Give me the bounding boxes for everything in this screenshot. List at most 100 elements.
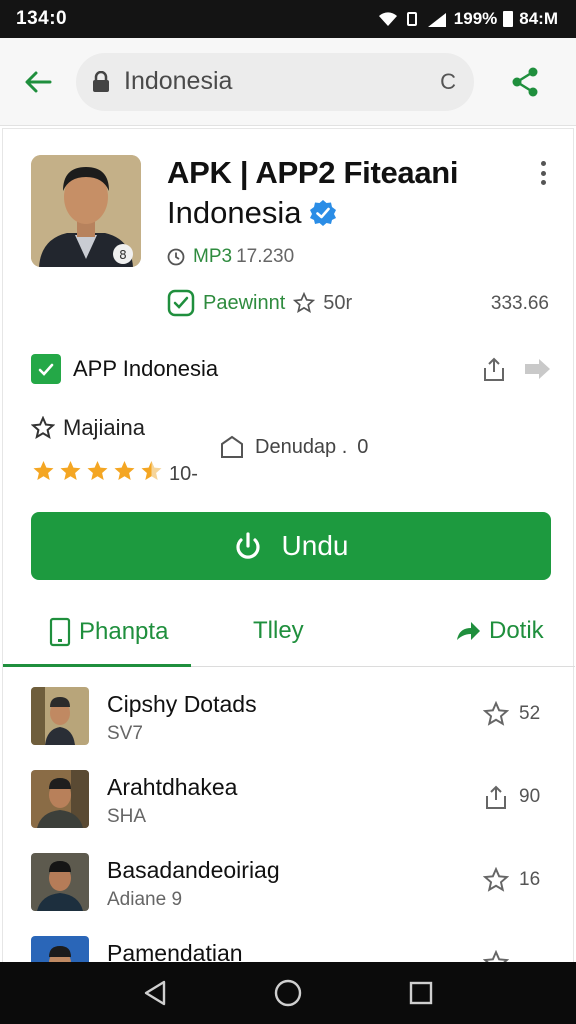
list-item-sub: SV7 <box>107 723 143 744</box>
download-box-icon <box>221 435 243 458</box>
signal-icon <box>427 13 446 27</box>
tab-gallery-label: Tlley <box>253 617 304 644</box>
more-dot <box>540 180 546 185</box>
star-filled-icon <box>33 461 54 480</box>
browser-toolbar: Indonesia C <box>0 38 576 126</box>
list-item-thumbnail <box>31 853 89 911</box>
more-dot <box>540 161 546 166</box>
back-button[interactable] <box>0 38 76 126</box>
list-item-thumbnail <box>31 687 89 745</box>
category-row: Majiaina <box>31 415 145 441</box>
star-icon <box>483 701 509 726</box>
forward-arrow-icon[interactable] <box>523 358 551 380</box>
developer-actions <box>481 356 551 382</box>
star-half-icon <box>141 461 162 480</box>
list-item[interactable]: Cipshy Dotads SV7 52 <box>3 679 575 761</box>
list-item-name: Basadandeoiriag <box>107 857 280 883</box>
price-rating-row: Paewinnt 50r <box>167 289 352 317</box>
list-item-name: Cipshy Dotads <box>107 691 257 717</box>
power-download-icon <box>235 532 260 559</box>
list-item-count: 52 <box>519 703 541 724</box>
chat-check-icon <box>38 363 54 376</box>
version-row: MP3 17.230 <box>167 246 294 268</box>
url-bar[interactable]: Indonesia C <box>76 52 474 111</box>
system-nav-bar <box>0 962 576 1024</box>
status-icons: 199% 84:M <box>378 9 558 29</box>
person-photo-icon <box>31 687 89 745</box>
price-label: Paewinnt <box>203 291 286 314</box>
downloads-info: Denudap . 0 <box>219 435 368 459</box>
share-arrow-icon <box>457 622 480 640</box>
app-icon: 8 <box>31 155 141 267</box>
tab-overview[interactable]: Phanpta <box>49 617 168 647</box>
list-item-sub: Adiane 9 <box>107 889 183 910</box>
star-category-icon <box>31 416 55 440</box>
lock-icon <box>93 70 109 92</box>
downloads-label: Denudap . <box>255 435 348 458</box>
person-photo-icon: 8 <box>31 155 141 267</box>
nav-back-icon[interactable] <box>142 979 168 1007</box>
list-item-count: 16 <box>519 869 541 890</box>
nav-recents-icon[interactable] <box>408 980 434 1006</box>
category-label: Majiaina <box>63 415 145 440</box>
star-icon <box>483 867 509 892</box>
person-photo-icon <box>31 770 89 828</box>
downloads-value: 0 <box>357 435 369 458</box>
vibrate-icon <box>406 12 417 26</box>
rating-stars <box>31 459 164 483</box>
wifi-icon <box>378 12 397 26</box>
tab-details-label: Dotik <box>489 617 544 644</box>
share-button[interactable] <box>474 38 576 126</box>
tab-details[interactable]: Dotik <box>455 617 544 645</box>
star-outline-icon <box>293 292 316 313</box>
developer-row[interactable]: APP Indonesia <box>31 349 551 389</box>
more-dot <box>540 170 546 176</box>
tab-active-indicator <box>3 664 191 667</box>
developer-badge-icon <box>31 354 61 384</box>
phone-icon <box>49 617 71 647</box>
install-label: Undu <box>281 530 349 561</box>
person-photo-icon <box>31 853 89 911</box>
screen: 134:0 199% 84:M Indonesia C 8 APK | APP2… <box>0 0 576 1024</box>
star-filled-icon <box>114 461 135 480</box>
battery-percent: 199% <box>453 9 498 28</box>
arrow-left-icon <box>25 71 52 92</box>
install-button[interactable]: Undu <box>31 512 551 580</box>
list-item-action[interactable]: 90 <box>483 784 540 810</box>
list-item-sub: SHA <box>107 806 147 827</box>
reload-button[interactable]: C <box>440 69 456 95</box>
url-text[interactable]: Indonesia <box>124 67 440 96</box>
share-icon <box>512 67 538 96</box>
more-options-button[interactable] <box>529 157 557 189</box>
verified-badge-icon <box>310 200 337 226</box>
svg-text:8: 8 <box>119 248 127 262</box>
clock-icon <box>167 248 185 266</box>
version-code: MP3 <box>193 246 233 267</box>
list-item-thumbnail <box>31 770 89 828</box>
star-filled-icon <box>87 461 108 480</box>
export-icon[interactable] <box>481 356 507 382</box>
tab-gallery[interactable]: Tlley <box>253 617 304 645</box>
list-item-name: Arahtdhakea <box>107 774 238 800</box>
app-title-line1: APK | APP2 Fiteaani <box>167 155 459 190</box>
developer-name[interactable]: APP Indonesia <box>73 356 481 382</box>
list-item[interactable]: Basadandeoiriag Adiane 9 16 <box>3 845 575 927</box>
app-size: 333.66 <box>490 293 549 314</box>
app-title-line2: Indonesia <box>167 195 337 231</box>
rating-total: 10- <box>169 463 198 485</box>
status-bar: 134:0 199% 84:M <box>0 0 576 38</box>
status-clock-right: 84:M <box>519 9 558 28</box>
version-number: 17.230 <box>236 246 295 267</box>
nav-home-icon[interactable] <box>273 978 303 1008</box>
list-item[interactable]: Arahtdhakea SHA 90 <box>3 762 575 844</box>
payment-icon <box>167 289 195 317</box>
list-item-action[interactable]: 16 <box>483 867 540 893</box>
thumbs-up-icon <box>486 785 506 809</box>
battery-icon <box>503 11 514 27</box>
status-time: 134:0 <box>16 8 68 29</box>
star-filled-icon <box>60 461 81 480</box>
list-item-action[interactable]: 52 <box>483 701 540 727</box>
app-title-country: Indonesia <box>167 195 302 230</box>
app-detail-card: 8 APK | APP2 Fiteaani Indonesia MP3 17.2… <box>2 128 575 988</box>
rating-count: 50r <box>323 291 353 314</box>
